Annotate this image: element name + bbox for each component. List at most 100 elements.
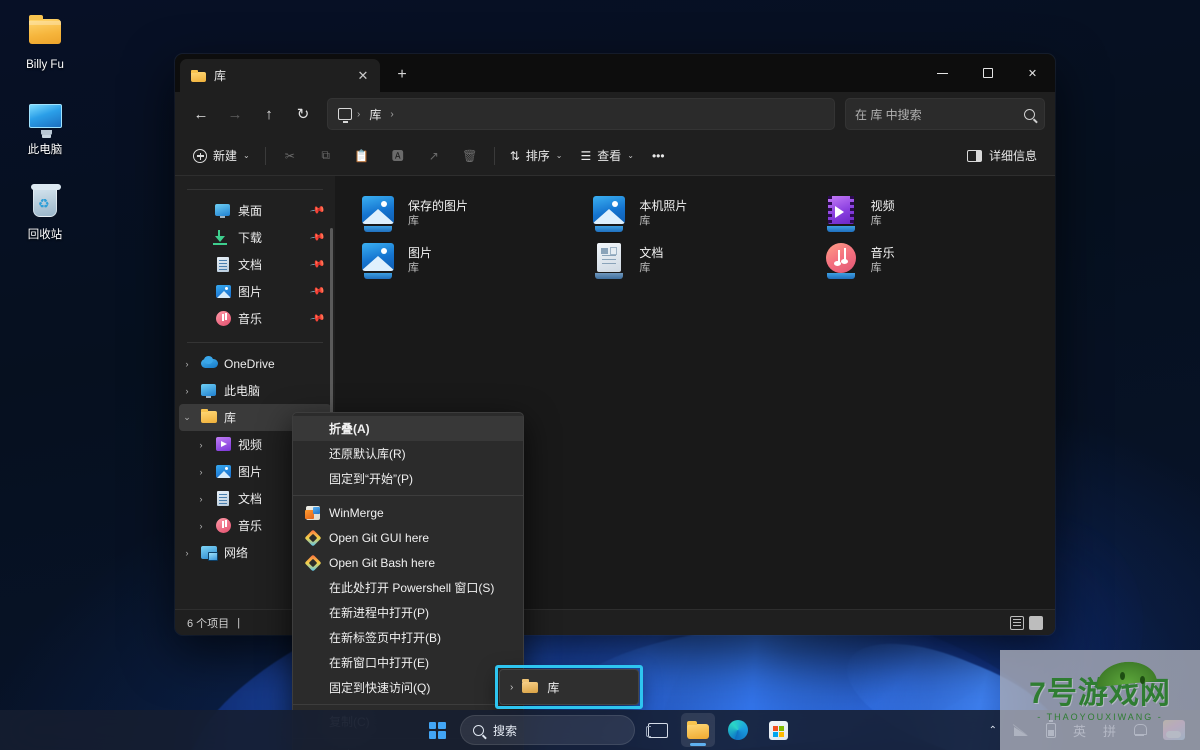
menu-item-open-in-new-window[interactable]: 在新窗口中打开(E) xyxy=(293,650,523,675)
details-view-icon[interactable] xyxy=(1010,615,1024,630)
taskbar-search[interactable]: 搜索 xyxy=(460,715,635,745)
details-pane-icon xyxy=(966,149,982,162)
chevron-down-icon: ⌄ xyxy=(627,151,634,160)
address-bar[interactable]: › 库 › xyxy=(327,98,835,130)
menu-item-label: 在新进程中打开(P) xyxy=(329,606,429,620)
maximize-button[interactable] xyxy=(965,54,1010,92)
file-item-documents[interactable]: 文档 库 xyxy=(582,237,807,284)
pin-icon[interactable]: 📌 xyxy=(309,229,326,245)
chevron-right-icon[interactable]: › xyxy=(179,386,195,396)
chevron-right-icon[interactable]: › xyxy=(193,494,209,504)
forward-button[interactable]: → xyxy=(219,98,251,130)
chevron-right-icon[interactable]: › xyxy=(193,467,209,477)
this-pc-icon xyxy=(24,97,66,139)
file-item-saved-pictures[interactable]: 保存的图片 库 xyxy=(351,190,576,237)
chevron-right-icon[interactable]: › xyxy=(179,548,195,558)
new-button[interactable]: 新建 ⌄ xyxy=(185,141,258,171)
desktop-icon-billy-fu[interactable]: Billy Fu xyxy=(0,6,90,77)
menu-item-open-in-new-tab[interactable]: 在新标签页中打开(B) xyxy=(293,625,523,650)
sidebar-scrollbar[interactable] xyxy=(330,228,333,428)
task-view-button[interactable] xyxy=(641,713,675,747)
sidebar-item-music[interactable]: 音乐 📌 xyxy=(179,305,331,332)
menu-item-pin-to-start[interactable]: 固定到“开始”(P) xyxy=(293,466,523,491)
documents-icon xyxy=(215,257,232,272)
file-item-type: 库 xyxy=(639,262,651,275)
search-input[interactable]: 在 库 中搜索 xyxy=(845,98,1045,130)
back-button[interactable]: ← xyxy=(185,98,217,130)
onedrive-icon xyxy=(201,356,218,371)
new-tab-button[interactable]: + xyxy=(388,61,416,89)
leaf-dot-icon xyxy=(1120,672,1125,680)
new-label: 新建 xyxy=(213,149,238,163)
menu-item-pin-to-quick-access[interactable]: 固定到快速访问(Q) xyxy=(293,675,523,700)
breadcrumb-library[interactable]: 库 xyxy=(365,104,385,125)
details-pane-button[interactable]: 详细信息 xyxy=(959,141,1045,171)
share-button[interactable]: ↗ xyxy=(417,141,451,171)
desktop-icon-recycle-bin[interactable]: ♻ 回收站 xyxy=(0,176,90,247)
search-icon[interactable] xyxy=(1024,108,1035,120)
file-item-pictures[interactable]: 图片 库 xyxy=(351,237,576,284)
menu-item-label: 固定到快速访问(Q) xyxy=(329,681,431,695)
up-button[interactable]: ↑ xyxy=(253,98,285,130)
breadcrumb-separator: › xyxy=(357,108,361,120)
file-item-local-photos[interactable]: 本机照片 库 xyxy=(582,190,807,237)
menu-item-collapse[interactable]: 折叠(A) xyxy=(293,416,523,441)
sidebar-item-documents[interactable]: 文档 📌 xyxy=(179,251,331,278)
search-placeholder: 搜索 xyxy=(493,723,518,738)
taskbar-file-explorer[interactable] xyxy=(681,713,715,747)
rename-button[interactable]: 🅰 xyxy=(381,141,415,171)
file-item-music[interactable]: 音乐 库 xyxy=(814,237,1039,284)
pin-icon[interactable]: 📌 xyxy=(309,283,326,299)
file-item-text: 保存的图片 库 xyxy=(408,198,468,229)
chevron-down-icon[interactable]: ⌄ xyxy=(179,412,195,423)
paste-button[interactable]: 📋 xyxy=(345,141,379,171)
minimize-button[interactable] xyxy=(920,54,965,92)
menu-item-label: 还原默认库(R) xyxy=(329,447,406,461)
desktop-icon-this-pc[interactable]: 此电脑 xyxy=(0,91,90,162)
menu-item-open-powershell[interactable]: 在此处打开 Powershell 窗口(S) xyxy=(293,575,523,600)
menu-item-open-git-gui[interactable]: Open Git GUI here xyxy=(293,525,523,550)
cut-button[interactable]: ✂ xyxy=(273,141,307,171)
menu-item-open-git-bash[interactable]: Open Git Bash here xyxy=(293,550,523,575)
copy-button[interactable]: ⧉ xyxy=(309,141,343,171)
view-button[interactable]: ☰ 查看 ⌄ xyxy=(573,141,642,171)
documents-icon xyxy=(215,491,232,506)
item-count: 6 个项目 xyxy=(187,617,230,630)
sidebar-item-downloads[interactable]: 下载 📌 xyxy=(179,224,331,251)
chevron-right-icon[interactable]: › xyxy=(193,521,209,531)
refresh-button[interactable]: ↻ xyxy=(287,98,319,130)
sidebar-item-desktop[interactable]: 桌面 📌 xyxy=(179,197,331,224)
tab-library[interactable]: 库 ✕ xyxy=(180,59,380,92)
file-item-type: 库 xyxy=(408,262,419,275)
tab-close-icon[interactable]: ✕ xyxy=(352,65,374,87)
file-item-videos[interactable]: 视频 库 xyxy=(814,190,1039,237)
pin-icon[interactable]: 📌 xyxy=(309,202,326,218)
document-library-icon xyxy=(590,242,628,280)
sidebar-item-onedrive[interactable]: › OneDrive xyxy=(179,350,331,377)
chevron-right-icon[interactable]: › xyxy=(193,440,209,450)
taskbar-microsoft-store[interactable] xyxy=(761,713,795,747)
close-button[interactable]: ✕ xyxy=(1010,54,1055,92)
search-icon xyxy=(473,724,484,736)
copy-icon: ⧉ xyxy=(321,148,330,162)
menu-separator xyxy=(293,704,523,705)
winmerge-icon xyxy=(305,505,321,520)
start-button[interactable] xyxy=(420,713,454,747)
menu-item-restore-default-libraries[interactable]: 还原默认库(R) xyxy=(293,441,523,466)
menu-item-icon-placeholder xyxy=(305,581,321,595)
large-icons-view-icon[interactable] xyxy=(1029,615,1043,630)
pin-icon[interactable]: 📌 xyxy=(309,310,326,326)
taskbar-edge[interactable] xyxy=(721,713,755,747)
this-pc-icon[interactable] xyxy=(338,108,352,123)
sidebar-item-this-pc[interactable]: › 此电脑 xyxy=(179,377,331,404)
git-icon xyxy=(304,529,322,546)
menu-item-winmerge[interactable]: WinMerge xyxy=(293,500,523,525)
leaf-dot-icon xyxy=(1140,676,1145,684)
menu-item-open-in-new-process[interactable]: 在新进程中打开(P) xyxy=(293,600,523,625)
more-options-button[interactable]: ••• xyxy=(644,141,673,171)
sort-button[interactable]: ⇅ 排序 ⌄ xyxy=(502,141,571,171)
chevron-right-icon[interactable]: › xyxy=(179,359,195,369)
delete-button[interactable]: 🗑 xyxy=(453,141,487,171)
sidebar-item-pictures[interactable]: 图片 📌 xyxy=(179,278,331,305)
pin-icon[interactable]: 📌 xyxy=(309,256,326,272)
